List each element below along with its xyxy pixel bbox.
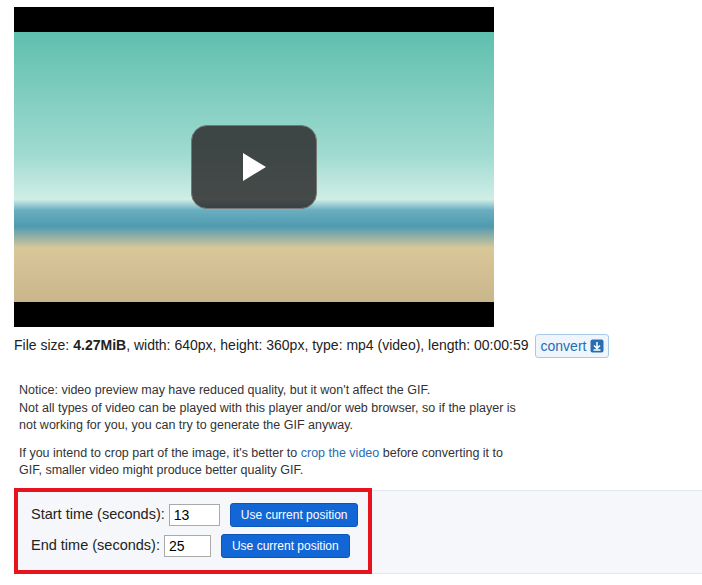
time-panel-wrap: Start time (seconds): Use current positio… xyxy=(0,490,702,574)
time-label: Start time (seconds): xyxy=(31,504,165,526)
time-label: End time (seconds): xyxy=(31,535,160,557)
use-position-button[interactable]: Use current position xyxy=(230,503,359,527)
file-details: , width: 640px, height: 360px, type: mp4… xyxy=(126,337,528,353)
convert-button[interactable]: convert xyxy=(535,334,610,358)
notice-line: Notice: video preview may have reduced q… xyxy=(19,383,430,397)
crop-tip: If you intend to crop part of the image,… xyxy=(19,445,519,480)
video-player[interactable] xyxy=(14,7,494,327)
use-position-button[interactable]: Use current position xyxy=(221,534,350,558)
notice-line: Not all types of video can be played wit… xyxy=(19,401,516,433)
highlight-box xyxy=(14,488,372,574)
file-size: 4.27MiB xyxy=(73,337,126,353)
download-icon xyxy=(590,339,604,353)
file-info-text: File size:4.27MiB, width: 640px, height:… xyxy=(14,335,529,356)
play-button[interactable] xyxy=(191,125,317,209)
tip-before: If you intend to crop part of the image,… xyxy=(19,446,297,460)
convert-label: convert xyxy=(541,336,587,356)
file-info: File size:4.27MiB, width: 640px, height:… xyxy=(14,333,702,358)
size-label: File size: xyxy=(14,337,69,353)
crop-video-link[interactable]: crop the video xyxy=(301,446,380,460)
time-row: Start time (seconds): Use current positio… xyxy=(31,500,702,531)
time-panel: Start time (seconds): Use current positio… xyxy=(14,490,702,574)
notice: Notice: video preview may have reduced q… xyxy=(19,382,519,480)
notice-text: Notice: video preview may have reduced q… xyxy=(19,382,519,435)
time-input[interactable] xyxy=(169,504,220,526)
time-input[interactable] xyxy=(164,535,211,557)
time-row: End time (seconds): Use current position xyxy=(31,531,702,562)
play-icon xyxy=(241,152,267,182)
